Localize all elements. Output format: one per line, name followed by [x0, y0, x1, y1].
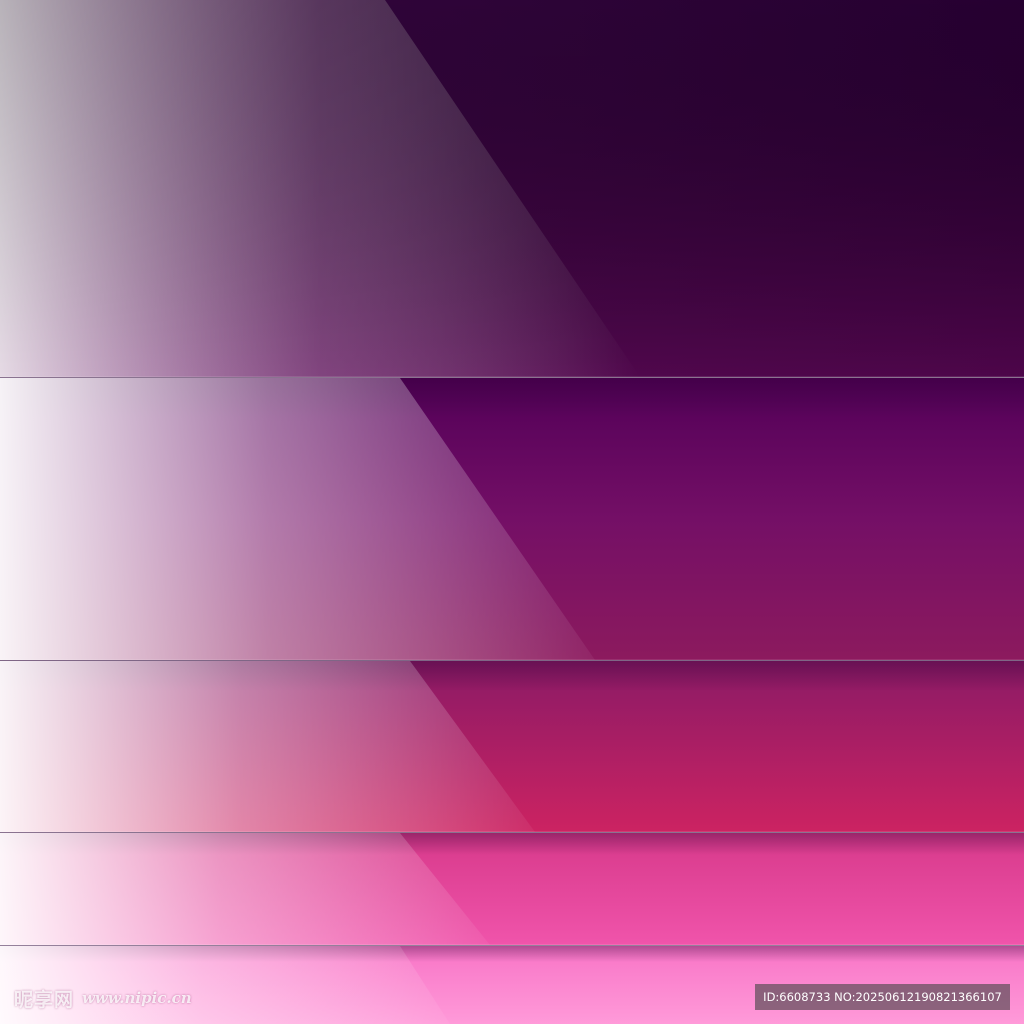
watermark-brand: 昵享网 — [14, 988, 75, 1011]
band-4 — [0, 833, 1024, 945]
watermark-logo: 昵享网 www.nipic.cn — [14, 984, 192, 1012]
watermark-site: www.nipic.cn — [82, 989, 192, 1007]
watermark-id-badge: ID:6608733 NO:20250612190821366107 — [755, 984, 1010, 1010]
band-2 — [0, 378, 1024, 660]
abstract-striped-background — [0, 0, 1024, 1024]
band-3 — [0, 661, 1024, 832]
band-1 — [0, 0, 1024, 377]
